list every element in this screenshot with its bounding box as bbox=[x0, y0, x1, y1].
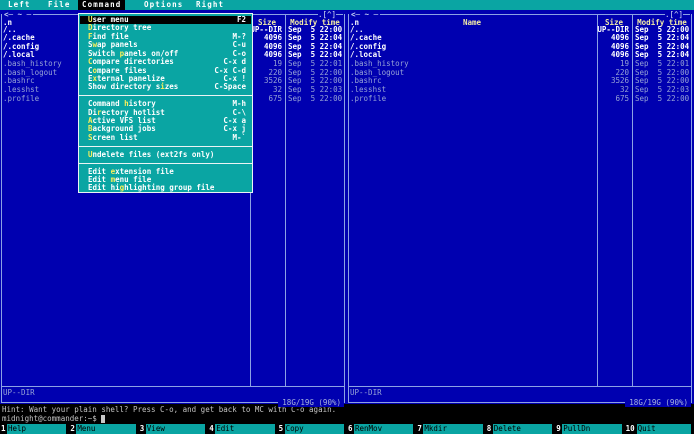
fkey-button-renmov[interactable]: RenMov bbox=[354, 424, 414, 434]
mini-status-separator bbox=[2, 386, 344, 387]
menubar-item-command[interactable]: Command bbox=[78, 0, 126, 10]
prompt-text: midnight@commander:~$ bbox=[2, 414, 97, 423]
menu-separator bbox=[79, 95, 252, 97]
fkey-number: 3 bbox=[139, 424, 145, 433]
menu-item-label-pre: Show directory s bbox=[88, 82, 161, 92]
command-prompt[interactable]: midnight@commander:~$ bbox=[0, 414, 694, 424]
menubar-item-right[interactable]: Right bbox=[192, 0, 228, 10]
panel-border bbox=[349, 14, 690, 15]
menu-item-label: Show directory sizes bbox=[88, 83, 178, 91]
file-size: 675 bbox=[268, 93, 282, 103]
menu-separator bbox=[79, 162, 252, 164]
menu-separator bbox=[79, 145, 252, 147]
menu-item[interactable]: Undelete files (ext2fs only) bbox=[80, 149, 251, 159]
file-mtime: Sep 5 22:00 bbox=[635, 93, 690, 103]
disk-usage: 18G/19G (90%) bbox=[625, 397, 691, 407]
file-name: .profile bbox=[350, 93, 387, 103]
menubar-item-left[interactable]: Left bbox=[4, 0, 34, 10]
menu-item-label: Undelete files (ext2fs only) bbox=[88, 149, 215, 159]
menu-item-shortcut: M-` bbox=[232, 132, 246, 142]
mini-status: UP--DIR bbox=[3, 388, 35, 397]
menu-item[interactable]: Edit highlighting group file bbox=[80, 184, 251, 192]
menu-item-label-post: zes bbox=[164, 82, 179, 92]
file-mtime: Sep 5 22:00 bbox=[288, 93, 343, 103]
fkey-button-edit[interactable]: Edit bbox=[215, 424, 275, 434]
fkey-button-copy[interactable]: Copy bbox=[284, 424, 344, 434]
function-key-bar: 1 Help 2 Menu 3 View 4 Edit 5 Copy 6 RenMov 7 Mkdir 8 D… bbox=[0, 424, 694, 434]
command-menu-dropdown: User menu F2 Directory tree Find file M-? Swa… bbox=[78, 13, 253, 193]
disk-usage: 18G/19G (90%) bbox=[278, 397, 344, 407]
menu-item-label-post: ndelete files (ext2fs only) bbox=[92, 149, 215, 159]
menu-item-label-pre: Edit hi bbox=[88, 183, 120, 193]
menubar-item-file[interactable]: File bbox=[44, 0, 74, 10]
file-name: .profile bbox=[3, 93, 40, 103]
menu-item-shortcut: F2 bbox=[236, 15, 246, 24]
menu-item-label: Screen list bbox=[88, 132, 138, 142]
panel-path[interactable]: <─ ~ ─ bbox=[349, 10, 381, 19]
panel-updir-button[interactable]: .[^] bbox=[665, 10, 684, 19]
mini-status-separator bbox=[349, 386, 691, 387]
fkey-button-quit[interactable]: Quit bbox=[636, 424, 691, 434]
menu-item-label: Edit highlighting group file bbox=[88, 184, 214, 192]
menu-item[interactable]: Screen list M-` bbox=[80, 132, 251, 142]
file-size: 675 bbox=[615, 93, 629, 103]
menu-item-label-post: creen list bbox=[92, 132, 138, 142]
fkey-button-delete[interactable]: Delete bbox=[492, 424, 553, 434]
fkey-number: 4 bbox=[209, 424, 214, 433]
menubar-item-options[interactable]: Options bbox=[140, 0, 187, 10]
menu-bar: Left File Command Options Right bbox=[0, 0, 694, 10]
file-panel-right[interactable]: <─ ~ ─ .[^] .n Name Size Modify time/.. UP--DI… bbox=[347, 10, 694, 407]
fkey-button-help[interactable]: Help bbox=[7, 424, 67, 434]
fkey-button-mkdir[interactable]: Mkdir bbox=[423, 424, 483, 434]
panel-path[interactable]: <─ ~ ─ bbox=[2, 10, 34, 19]
fkey-number: 7 bbox=[417, 424, 422, 433]
menu-item[interactable]: Show directory sizes C-Space bbox=[80, 82, 251, 92]
fkey-button-view[interactable]: View bbox=[145, 424, 206, 434]
mini-status: UP--DIR bbox=[350, 388, 382, 397]
fkey-number: 1 bbox=[1, 424, 6, 433]
menu-item-shortcut: C-Space bbox=[214, 82, 246, 92]
fkey-number: 10 bbox=[625, 424, 635, 433]
panel-updir-button[interactable]: .[^] bbox=[318, 10, 337, 19]
midnight-commander-screen: Left File Command Options Right <─ ~ ─ .[^] .n… bbox=[0, 0, 694, 434]
fkey-button-menu[interactable]: Menu bbox=[76, 424, 136, 434]
fkey-number: 6 bbox=[348, 424, 353, 433]
fkey-button-pulldn[interactable]: PullDn bbox=[562, 424, 622, 434]
text-cursor bbox=[100, 415, 106, 423]
fkey-number: 2 bbox=[70, 424, 75, 433]
fkey-number: 9 bbox=[556, 424, 561, 433]
file-row[interactable]: .profile 675 Sep 5 22:00 bbox=[347, 93, 694, 104]
hint-line: Hint: Want your plain shell? Press C-o, … bbox=[0, 405, 694, 414]
menu-item-label-post: hlighting group file bbox=[124, 183, 215, 193]
fkey-number: 8 bbox=[486, 424, 492, 433]
fkey-number: 5 bbox=[278, 424, 284, 433]
